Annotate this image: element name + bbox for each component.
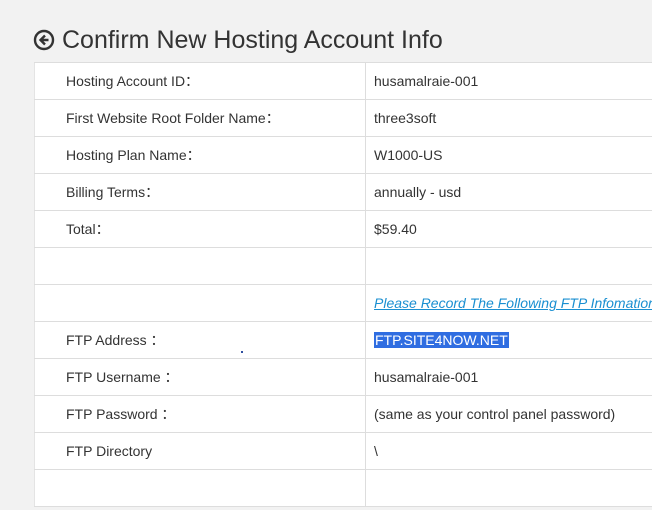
ftp-password-label: FTP Password ： (34, 395, 366, 433)
empty-cell (365, 247, 652, 285)
table-row-empty (34, 247, 652, 285)
ftp-username-label: FTP Username ： (34, 358, 366, 396)
ftp-address-cell: FTP.SITE4NOW.NET (365, 321, 652, 359)
billing-terms-value: annually - usd (365, 173, 652, 211)
table-row-ftp-directory: FTP Directory \ (34, 432, 652, 470)
page-header: Confirm New Hosting Account Info (33, 22, 443, 58)
hosting-account-id-value: husamalraie-001 (365, 62, 652, 100)
ftp-directory-value: \ (365, 432, 652, 470)
table-row-ftp-username: FTP Username ： husamalraie-001 (34, 358, 652, 396)
table-row-empty (34, 469, 652, 507)
ftp-password-value: (same as your control panel password) (365, 395, 652, 433)
empty-cell (34, 469, 366, 507)
root-folder-label: First Website Root Folder Name： (34, 99, 366, 137)
account-info-table: Hosting Account ID： husamalraie-001 Firs… (34, 62, 652, 507)
stray-dot (241, 351, 243, 353)
billing-terms-label: Billing Terms： (34, 173, 366, 211)
empty-cell (34, 284, 366, 322)
root-folder-value: three3soft (365, 99, 652, 137)
hosting-plan-label: Hosting Plan Name： (34, 136, 366, 174)
empty-cell (34, 247, 366, 285)
table-row-hosting-plan: Hosting Plan Name： W1000-US (34, 136, 652, 174)
ftp-address-label: FTP Address ： (34, 321, 366, 359)
page-title: Confirm New Hosting Account Info (62, 25, 443, 54)
table-row-hosting-account-id: Hosting Account ID： husamalraie-001 (34, 62, 652, 100)
empty-cell (365, 469, 652, 507)
confirm-hosting-page: Confirm New Hosting Account Info Hosting… (0, 0, 652, 510)
ftp-username-value: husamalraie-001 (365, 358, 652, 396)
table-row-ftp-address: FTP Address ： FTP.SITE4NOW.NET (34, 321, 652, 359)
ftp-directory-label: FTP Directory (34, 432, 366, 470)
arrow-circle-left-icon[interactable] (33, 29, 55, 51)
table-row-total: Total： $59.40 (34, 210, 652, 248)
table-row-billing-terms: Billing Terms： annually - usd (34, 173, 652, 211)
ftp-notice-cell: Please Record The Following FTP Infomati… (365, 284, 652, 322)
table-row-ftp-password: FTP Password ： (same as your control pan… (34, 395, 652, 433)
hosting-plan-value: W1000-US (365, 136, 652, 174)
ftp-notice-link[interactable]: Please Record The Following FTP Infomati… (374, 295, 652, 311)
total-label: Total： (34, 210, 366, 248)
table-row-root-folder: First Website Root Folder Name： three3so… (34, 99, 652, 137)
hosting-account-id-label: Hosting Account ID： (34, 62, 366, 100)
table-row-ftp-notice: Please Record The Following FTP Infomati… (34, 284, 652, 322)
ftp-address-value[interactable]: FTP.SITE4NOW.NET (374, 332, 509, 348)
total-value: $59.40 (365, 210, 652, 248)
